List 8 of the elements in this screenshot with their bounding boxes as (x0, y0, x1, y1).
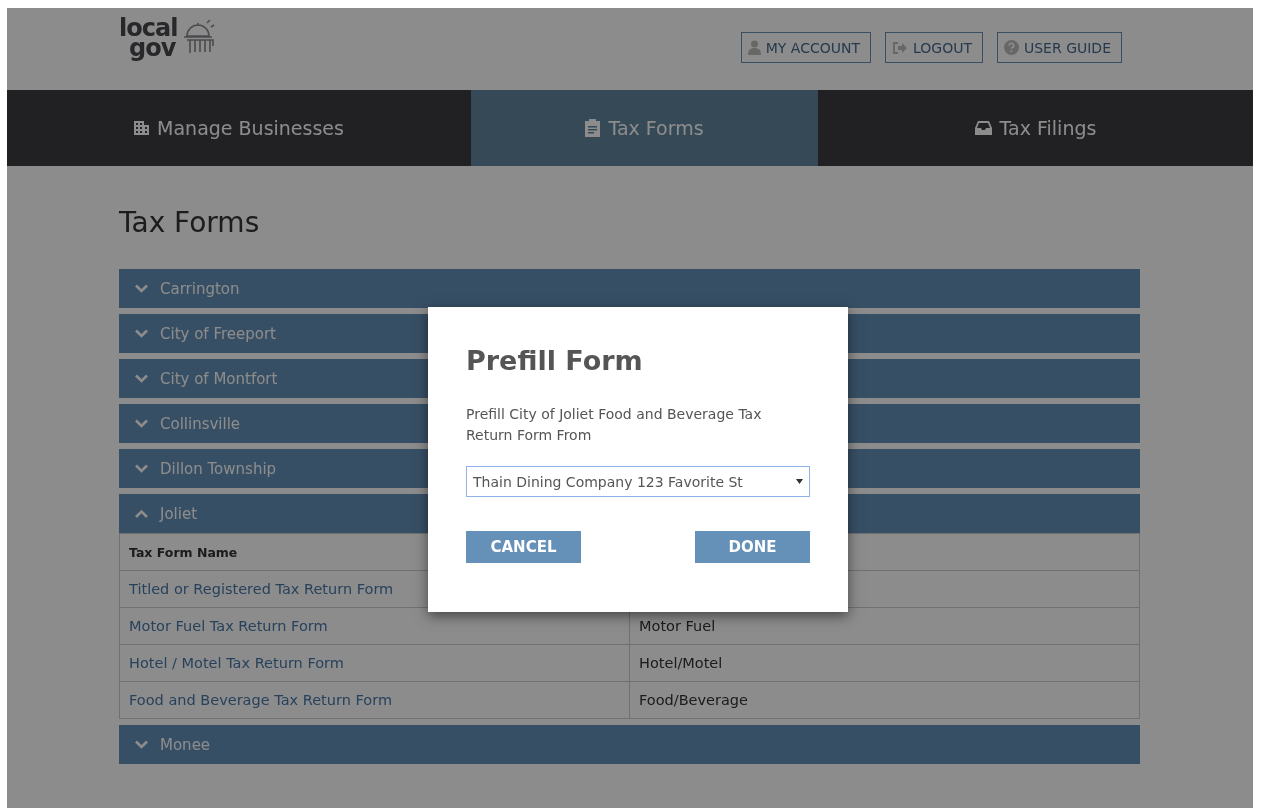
page-title: Tax Forms (119, 206, 261, 239)
table-cell: Food/Beverage (639, 692, 748, 708)
table-cell: Hotel/Motel (639, 655, 723, 671)
table-cell: Motor Fuel (639, 618, 716, 634)
modal-title: Prefill Form (466, 345, 644, 376)
column-header: Tax Form Name (129, 544, 238, 560)
modal-message: Prefill City of Joliet Food and Beverage Tax Return Form From (466, 405, 763, 445)
logo-text: local gov (119, 18, 178, 59)
